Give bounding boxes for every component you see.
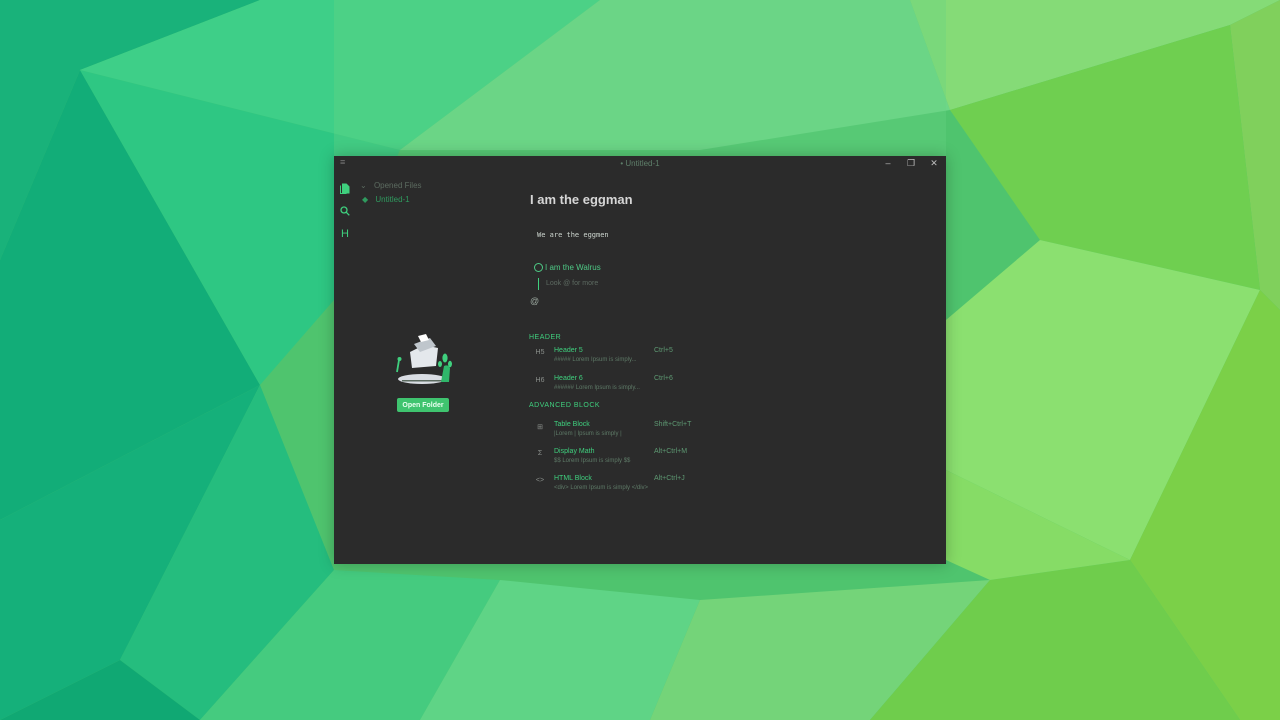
title-bar: ≡ • Untitled-1 – ❐ ✕ — [334, 156, 946, 172]
menu-item-name: Table Block — [554, 421, 590, 428]
file-name: Untitled-1 — [375, 195, 410, 204]
menu-item-desc: ###### Lorem Ipsum is simply... — [554, 385, 640, 391]
menu-item-table-block[interactable]: ⊞ Table Block |Lorem | Ipsum is simply |… — [534, 421, 734, 443]
menu-item-name: HTML Block — [554, 475, 592, 482]
header5-icon: H5 — [535, 349, 545, 356]
files-icon[interactable] — [338, 181, 352, 195]
header6-icon: H6 — [535, 377, 545, 384]
menu-item-name: Display Math — [554, 448, 595, 455]
task-checkbox[interactable] — [534, 263, 543, 272]
maximize-button[interactable]: ❐ — [905, 158, 917, 169]
search-icon[interactable] — [338, 204, 352, 218]
opened-files-toggle[interactable]: ⌄ Opened Files — [360, 181, 422, 190]
menu-item-shortcut: Ctrl+6 — [654, 375, 673, 382]
menu-item-html-block[interactable]: <> HTML Block <div> Lorem Ipsum is simpl… — [534, 475, 734, 497]
sidebar: ⌄ Opened Files ◆ Untitled-1 Open Folder — [356, 172, 516, 564]
blockquote-bar — [538, 278, 539, 290]
open-folder-button[interactable]: Open Folder — [397, 398, 449, 412]
task-text: I am the Walrus — [545, 263, 601, 272]
sigma-icon: Σ — [537, 450, 543, 457]
menu-item-shortcut: Shift+Ctrl+T — [654, 421, 692, 428]
header-outline-icon[interactable]: H — [338, 227, 352, 241]
menu-item-header6[interactable]: H6 Header 6 ###### Lorem Ipsum is simply… — [534, 375, 734, 397]
minimize-button[interactable]: – — [882, 158, 894, 168]
menu-item-name: Header 5 — [554, 347, 583, 354]
menu-item-display-math[interactable]: Σ Display Math $$ Lorem Ipsum is simply … — [534, 448, 734, 470]
quote-placeholder[interactable]: Look @ for more — [546, 280, 598, 287]
code-brackets-icon: <> — [535, 477, 545, 484]
menu-item-shortcut: Alt+Ctrl+J — [654, 475, 685, 482]
at-trigger-text[interactable]: @ — [530, 296, 539, 306]
editor[interactable]: I am the eggman We are the eggmen I am t… — [520, 172, 946, 564]
menu-item-header5[interactable]: H5 Header 5 ##### Lorem Ipsum is simply.… — [534, 347, 734, 369]
task-item[interactable]: I am the Walrus — [534, 263, 601, 272]
menu-item-desc: $$ Lorem Ipsum is simply $$ — [554, 458, 631, 464]
table-icon: ⊞ — [537, 424, 543, 431]
sidebar-file-item[interactable]: ◆ Untitled-1 — [362, 195, 410, 204]
chevron-down-icon: ⌄ — [360, 181, 367, 190]
menu-item-desc: |Lorem | Ipsum is simply | — [554, 431, 622, 437]
code-line[interactable]: We are the eggmen — [537, 231, 609, 239]
empty-folder-illustration — [396, 334, 452, 384]
menu-item-desc: <div> Lorem Ipsum is simply </div> — [554, 485, 649, 491]
window-title: • Untitled-1 — [620, 159, 660, 168]
app-window: ≡ • Untitled-1 – ❐ ✕ H ⌄ Opened Files ◆ … — [334, 156, 946, 564]
section-advanced-block-label: ADVANCED BLOCK — [529, 402, 601, 409]
menu-item-shortcut: Alt+Ctrl+M — [654, 448, 688, 455]
opened-files-label: Opened Files — [373, 181, 422, 190]
activity-rail: H — [334, 172, 356, 564]
gear-icon[interactable] — [338, 561, 352, 564]
menu-item-desc: ##### Lorem Ipsum is simply... — [554, 357, 637, 363]
close-button[interactable]: ✕ — [928, 158, 940, 169]
section-header-label: HEADER — [529, 334, 562, 341]
document-heading[interactable]: I am the eggman — [530, 192, 633, 207]
menu-item-shortcut: Ctrl+5 — [654, 347, 673, 354]
menu-item-name: Header 6 — [554, 375, 583, 382]
unsaved-dot-icon: ◆ — [362, 195, 369, 204]
